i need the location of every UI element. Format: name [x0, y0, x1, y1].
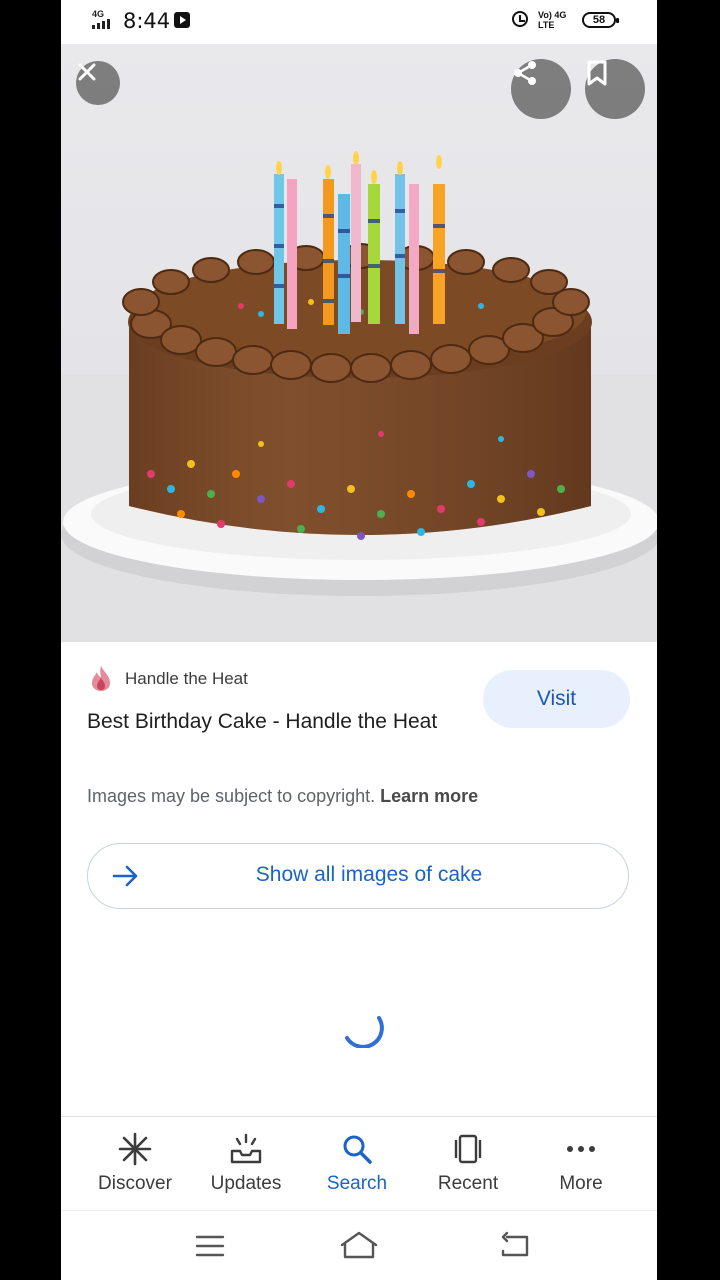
signal-icon [92, 19, 110, 29]
status-time: 8:44 [123, 9, 171, 33]
close-button[interactable] [76, 61, 120, 105]
recent-icon [454, 1134, 482, 1164]
volte-top: Vo) 4G [538, 10, 567, 20]
nav-discover-label: Discover [98, 1173, 172, 1194]
back-icon[interactable] [499, 1231, 531, 1259]
bottom-navigation: Discover Updates Search Recent More [61, 1116, 657, 1211]
nav-more-label: More [559, 1173, 603, 1194]
loading-spinner-icon [345, 1016, 384, 1048]
system-navigation-bar [61, 1210, 657, 1280]
network-type: 4G [92, 9, 105, 19]
asterisk-icon [118, 1132, 152, 1166]
network-indicator: 4G [92, 10, 112, 31]
cake-image [61, 151, 657, 642]
battery-icon: 58 [582, 12, 619, 28]
more-dots-icon [567, 1146, 595, 1152]
updates-icon [230, 1133, 262, 1164]
home-icon[interactable] [339, 1229, 379, 1261]
result-image[interactable] [61, 44, 657, 642]
show-all-images-button[interactable]: Show all images of cake [87, 843, 629, 909]
source-favicon [92, 666, 110, 691]
nav-updates[interactable]: Updates [191, 1117, 301, 1211]
nav-search-label: Search [326, 1173, 388, 1194]
close-icon [78, 63, 96, 81]
share-icon [514, 61, 536, 85]
phone-screen: 4G 8:44 Vo) 4G LTE 58 Handle the Heat Be… [61, 0, 657, 1280]
result-title[interactable]: Best Birthday Cake - Handle the Heat [87, 705, 457, 738]
nav-discover[interactable]: Discover [80, 1117, 190, 1211]
youtube-notification-icon [174, 12, 190, 28]
status-bar: 4G 8:44 Vo) 4G LTE 58 [61, 0, 657, 44]
copyright-notice: Images may be subject to copyright. Lear… [87, 786, 478, 807]
show-all-label: Show all images of cake [255, 863, 483, 886]
alarm-icon [512, 11, 528, 27]
battery-level: 58 [592, 14, 606, 26]
nav-recent[interactable]: Recent [413, 1117, 523, 1211]
menu-icon[interactable] [195, 1233, 225, 1259]
bookmark-button[interactable] [585, 59, 645, 119]
nav-more[interactable]: More [526, 1117, 636, 1211]
volte-indicator: Vo) 4G LTE [538, 10, 566, 30]
nav-updates-label: Updates [210, 1173, 282, 1194]
copyright-text: Images may be subject to copyright. [87, 786, 376, 806]
volte-bottom: LTE [538, 20, 555, 30]
nav-search[interactable]: Search [302, 1117, 412, 1211]
nav-recent-label: Recent [437, 1173, 499, 1194]
source-name[interactable]: Handle the Heat [125, 669, 248, 689]
learn-more-link[interactable]: Learn more [380, 786, 478, 806]
search-icon [343, 1135, 372, 1164]
share-button[interactable] [511, 59, 571, 119]
bookmark-icon [587, 60, 607, 86]
visit-button[interactable]: Visit [483, 670, 630, 728]
